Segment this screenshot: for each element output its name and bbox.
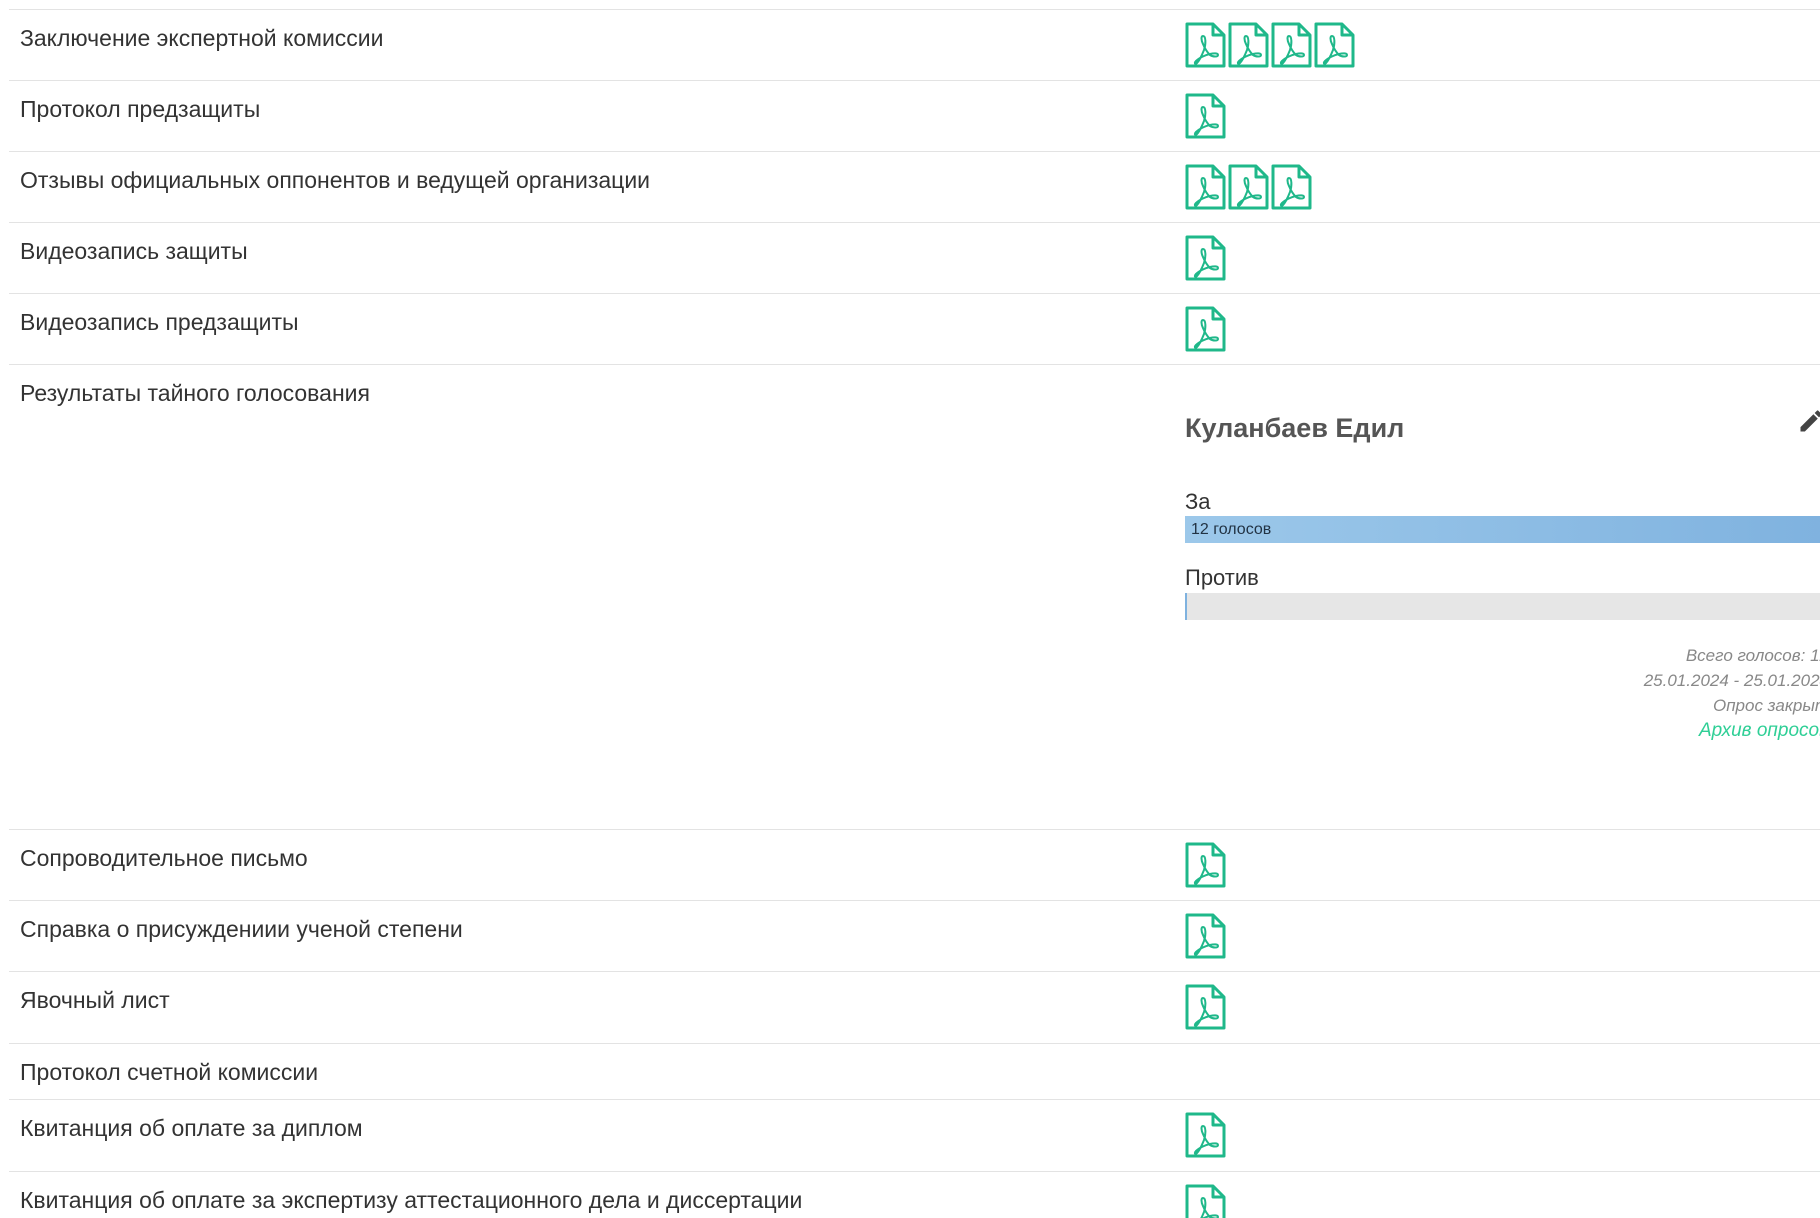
secret-vote-poll: Куланбаев Едил За 12 голосов Против Всег… [1185,365,1820,829]
pdf-file-icon[interactable] [1185,164,1226,210]
row-label: Квитанция об оплате за диплом [20,1115,363,1141]
poll-candidate-name: Куланбаев Едил [1185,413,1405,443]
pdf-file-icon[interactable] [1314,22,1355,68]
pdf-file-icon[interactable] [1185,93,1226,139]
row-label: Квитанция об оплате за экспертизу аттест… [20,1187,803,1213]
pdf-file-icon[interactable] [1185,984,1226,1030]
table-row: Видеозапись защиты [9,222,1820,293]
row-label: Отзывы официальных оппонентов и ведущей … [20,167,651,193]
pdf-file-icon[interactable] [1271,22,1312,68]
table-row: Квитанция об оплате за экспертизу аттест… [9,1171,1820,1218]
table-row: Квитанция об оплате за диплом [9,1099,1820,1171]
row-label: Видеозапись предзащиты [20,309,299,335]
table-row: Протокол предзащиты [9,80,1820,151]
table-row: Отзывы официальных оппонентов и ведущей … [9,151,1820,222]
table-row: Справка о присуждениии ученой степени [9,900,1820,971]
pdf-file-icon[interactable] [1185,22,1226,68]
pencil-icon[interactable] [1797,407,1820,435]
row-label: Результаты тайного голосования [20,380,370,406]
row-label: Видеозапись защиты [20,238,248,264]
row-label: Протокол счетной комиссии [20,1059,319,1085]
pdf-file-icon[interactable] [1185,306,1226,352]
pdf-file-icon[interactable] [1185,1184,1226,1218]
table-row: Видеозапись предзащиты [9,293,1820,364]
poll-option-for-label: За [1185,489,1211,514]
pdf-file-icon[interactable] [1185,1112,1226,1158]
poll-status: Опрос закрыт [1712,696,1820,715]
row-label: Сопроводительное письмо [20,845,308,871]
row-label: Протокол предзащиты [20,96,261,122]
table-row: Явочный лист [9,971,1820,1043]
file-list [1185,842,1226,888]
poll-total-votes: Всего голосов: 12 [1685,646,1820,665]
poll-meta: Всего голосов: 12 25.01.2024 - 25.01.202… [1644,643,1820,743]
poll-option-against-bar [1185,593,1820,620]
pdf-file-icon[interactable] [1185,842,1226,888]
poll-archive-link[interactable]: Архив опросов [1699,720,1820,741]
row-label: Заключение экспертной комиссии [20,25,384,51]
pdf-file-icon[interactable] [1271,164,1312,210]
poll-option-for-bar: 12 голосов [1185,516,1820,543]
pdf-file-icon[interactable] [1185,235,1226,281]
row-label: Справка о присуждениии ученой степени [20,916,463,942]
poll-date-range: 25.01.2024 - 25.01.2024 [1643,671,1820,690]
file-list [1185,306,1226,352]
row-label: Явочный лист [20,987,170,1013]
file-list [1185,984,1226,1030]
documents-table: Заключение экспертной комиссии Протокол … [9,9,1820,1218]
poll-option-against-fill [1185,593,1187,620]
file-list [1185,1112,1226,1158]
pdf-file-icon[interactable] [1228,22,1269,68]
pdf-file-icon[interactable] [1185,913,1226,959]
table-row: Заключение экспертной комиссии [9,9,1820,80]
file-list [1185,93,1226,139]
poll-option-for-fill: 12 голосов [1185,516,1820,543]
table-row: Протокол счетной комиссии [9,1043,1820,1099]
pdf-file-icon[interactable] [1228,164,1269,210]
table-row: Сопроводительное письмо [9,829,1820,900]
file-list [1185,164,1312,210]
file-list [1185,235,1226,281]
file-list [1185,22,1355,68]
table-row: Результаты тайного голосования Куланбаев… [9,364,1820,829]
file-list [1185,1184,1226,1218]
file-list [1185,913,1226,959]
poll-option-against-label: Против [1185,565,1259,590]
poll-option-for-votes: 12 голосов [1191,520,1272,538]
